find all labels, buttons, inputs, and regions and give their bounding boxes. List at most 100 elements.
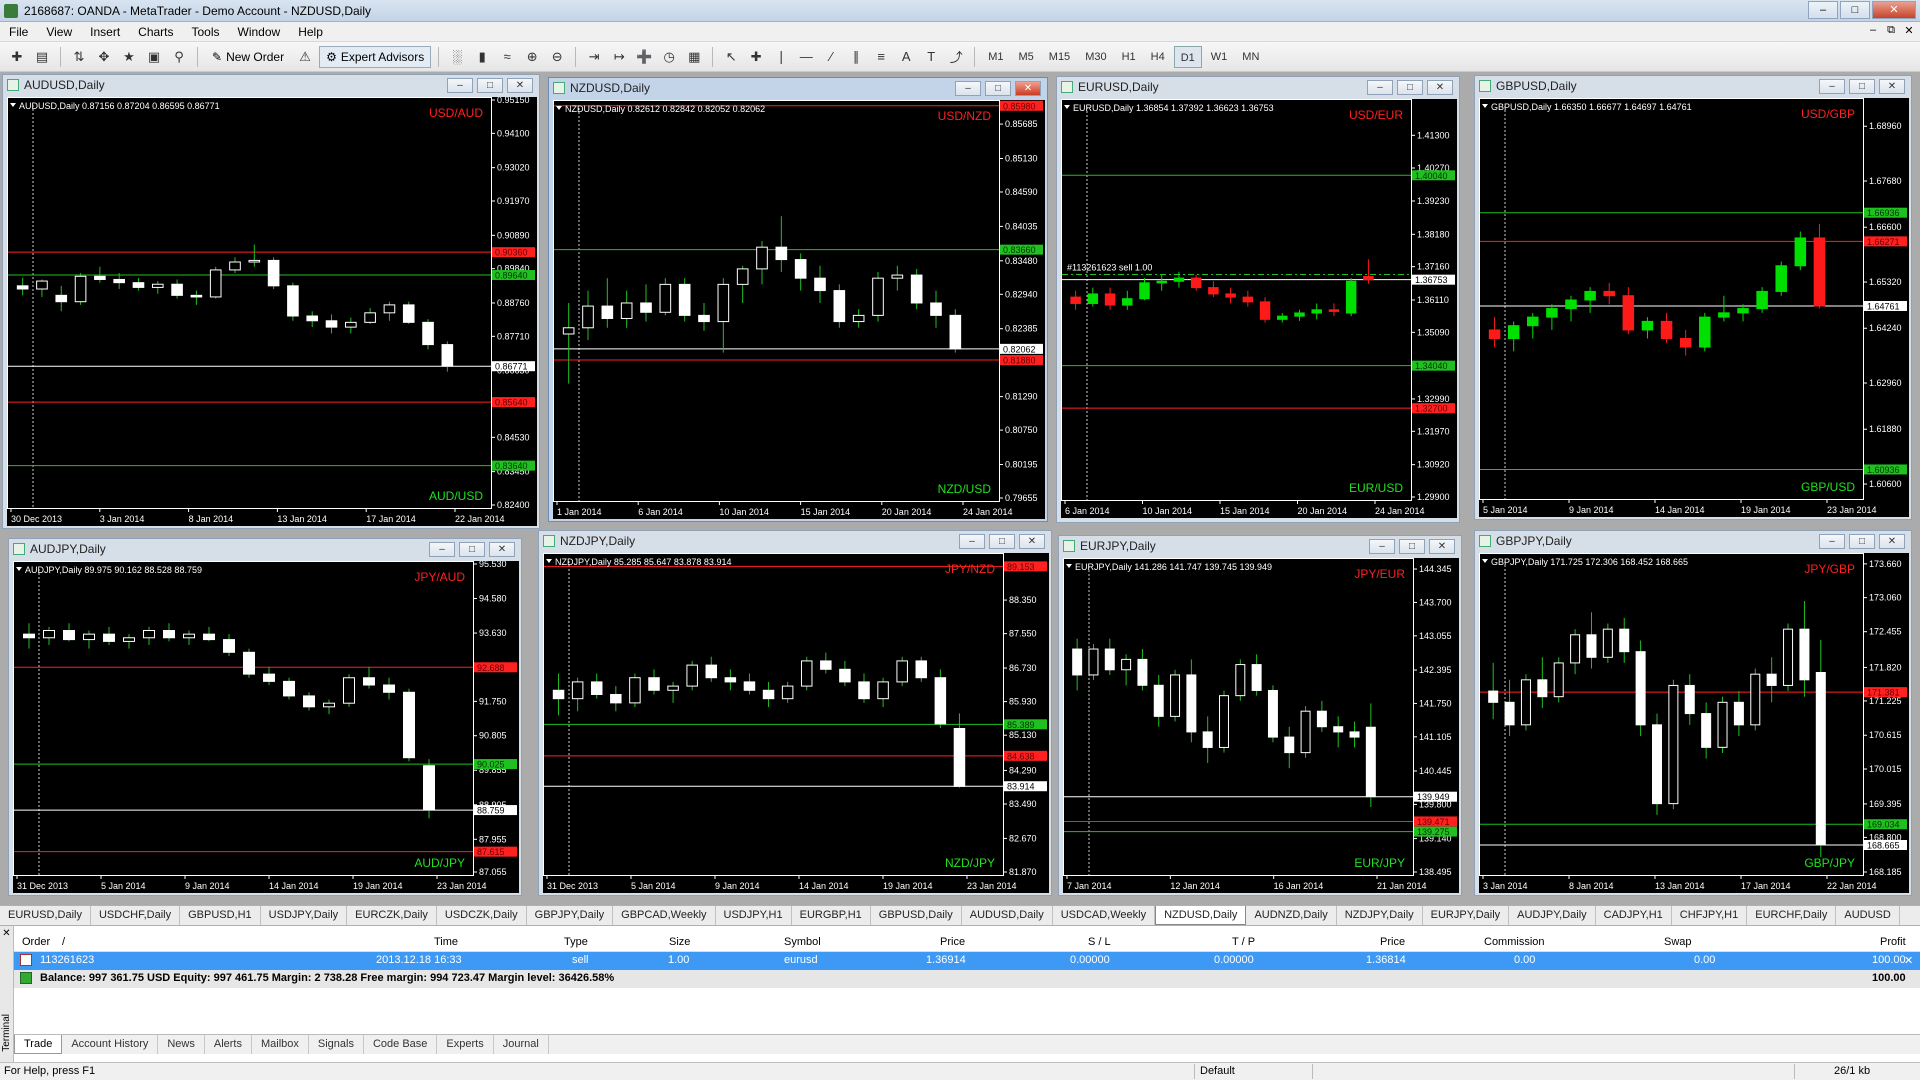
expert-advisors-button[interactable]: ⚙ Expert Advisors [319,45,432,68]
chart-collapse-icon[interactable] [556,106,562,110]
timeframe-m1[interactable]: M1 [982,46,1009,68]
chart-tab[interactable]: EURGBP,H1 [792,906,871,925]
terminal-icon[interactable]: ▣ [143,46,165,68]
chart-minimize-button[interactable]: – [959,534,985,549]
chart-tab[interactable]: CADJPY,H1 [1596,906,1672,925]
col-current-price[interactable]: Price [1380,936,1405,948]
terminal-tab-news[interactable]: News [158,1035,205,1054]
trade-row[interactable]: 113261623 2013.12.18 16:33 sell 1.00 eur… [14,952,1920,970]
text-icon[interactable]: A [895,46,917,68]
chart-close-button[interactable]: ✕ [507,78,533,93]
chart-collapse-icon[interactable] [10,103,16,107]
col-commission[interactable]: Commission [1484,936,1545,948]
chart-plot[interactable]: 173.660 173.060 172.455 171.820 171.225 170.6… [1479,553,1909,893]
chart-tab[interactable]: USDCHF,Daily [91,906,181,925]
mdi-restore-icon[interactable]: ⧉ [1884,24,1898,37]
navigator-icon[interactable]: ★ [118,46,140,68]
bar-chart-icon[interactable]: ░ [446,46,468,68]
col-sl[interactable]: S / L [1088,936,1111,948]
chart-collapse-icon[interactable] [1066,564,1072,568]
close-order-icon[interactable]: ✕ [1904,954,1913,967]
chart-window-eurjpy[interactable]: EURJPY,Daily – □ ✕ 144.345 143.700 143.055 14… [1058,535,1462,896]
chart-window-audusd[interactable]: AUDUSD,Daily – □ ✕ 0.95150 0.94100 0.93020 0.… [2,74,540,529]
chart-window-gbpusd[interactable]: GBPUSD,Daily – □ ✕ 1.68960 1.67680 1.66600 1.… [1474,75,1912,520]
chart-window-eurusd[interactable]: EURUSD,Daily – □ ✕ 1.41300 1.40270 1.39230 1.… [1056,76,1460,523]
terminal-close-icon[interactable]: ✕ [0,928,13,939]
mdi-close-icon[interactable]: ✕ [1902,24,1916,37]
text-label-icon[interactable]: T [920,46,942,68]
chart-close-button[interactable]: ✕ [1427,80,1453,95]
chart-tab[interactable]: NZDJPY,Daily [1337,906,1423,925]
chart-minimize-button[interactable]: – [1819,79,1845,94]
menu-tools[interactable]: Tools [183,25,229,39]
zoom-in-icon[interactable]: ⊕ [521,46,543,68]
profiles-icon[interactable]: ▤ [31,46,53,68]
chart-plot[interactable]: 0.85685 0.85130 0.84590 0.84035 0.83480 0.829… [553,100,1045,519]
chart-minimize-button[interactable]: – [1367,80,1393,95]
chart-tab[interactable]: USDJPY,H1 [716,906,792,925]
chart-tab[interactable]: USDCZK,Daily [437,906,527,925]
timeframe-w1[interactable]: W1 [1205,46,1234,68]
chart-collapse-icon[interactable] [1482,559,1488,563]
timeframe-d1[interactable]: D1 [1173,45,1202,68]
maximize-button[interactable]: □ [1840,1,1870,19]
timeframe-mn[interactable]: MN [1236,46,1265,68]
chart-collapse-icon[interactable] [1482,104,1488,108]
timeframe-m30[interactable]: M30 [1079,46,1112,68]
chart-plot[interactable]: 89.153 88.350 87.550 86.730 85.930 85.130 84.2… [543,553,1049,893]
chart-collapse-icon[interactable] [1064,105,1070,109]
col-symbol[interactable]: Symbol [784,936,821,948]
chart-shift-icon[interactable]: ↦ [608,46,630,68]
timeframe-m5[interactable]: M5 [1013,46,1040,68]
chart-tab[interactable]: USDJPY,Daily [261,906,348,925]
timeframe-h4[interactable]: H4 [1145,46,1171,68]
minimize-button[interactable]: – [1808,1,1838,19]
market-watch-icon[interactable]: ⇅ [68,46,90,68]
col-profit[interactable]: Profit [1880,936,1906,948]
terminal-tab-account-history[interactable]: Account History [62,1035,159,1054]
chart-close-button[interactable]: ✕ [1019,534,1045,549]
chart-tab[interactable]: USDCAD,Weekly [1053,906,1156,925]
terminal-tab-experts[interactable]: Experts [437,1035,494,1054]
chart-tab[interactable]: EURUSD,Daily [0,906,91,925]
terminal-tab-signals[interactable]: Signals [309,1035,364,1054]
menu-view[interactable]: View [37,25,81,39]
timeframe-h1[interactable]: H1 [1116,46,1142,68]
chart-window-nzdusd[interactable]: NZDUSD,Daily – □ ✕ 0.85685 0.85130 0.84590 0.… [548,77,1048,522]
chart-maximize-button[interactable]: □ [1397,80,1423,95]
menu-window[interactable]: Window [229,25,290,39]
cursor-icon[interactable]: ↖ [720,46,742,68]
arrows-icon[interactable]: ⤴ [945,46,967,68]
indicators-icon[interactable]: ➕ [633,46,655,68]
strategy-tester-icon[interactable]: ⚲ [168,46,190,68]
col-time[interactable]: Time [434,936,458,948]
chart-plot[interactable]: 95.53094.58093.63092.70091.75090.80589.8… [13,561,519,893]
chart-tab[interactable]: AUDJPY,Daily [1509,906,1596,925]
candlestick-icon[interactable]: ▮ [471,46,493,68]
equidistant-channel-icon[interactable]: ∥ [845,46,867,68]
menu-file[interactable]: File [0,25,37,39]
chart-window-audjpy[interactable]: AUDJPY,Daily –□✕ 95.53094.58093.63092.70… [8,538,522,896]
chart-tab[interactable]: NZDUSD,Daily [1155,906,1247,925]
crosshair-icon[interactable]: ✚ [745,46,767,68]
chart-close-button[interactable]: ✕ [1429,539,1455,554]
col-swap[interactable]: Swap [1664,936,1692,948]
chart-tab[interactable]: EURCZK,Daily [347,906,437,925]
chart-tab[interactable]: GBPJPY,Daily [527,906,614,925]
chart-tab[interactable]: AUDUSD [1836,906,1900,925]
trendline-icon[interactable]: ∕ [820,46,842,68]
chart-minimize-button[interactable]: – [429,542,455,557]
col-price[interactable]: Price [940,936,965,948]
chart-maximize-button[interactable]: □ [1849,534,1875,549]
new-chart-icon[interactable]: ✚ [6,46,28,68]
data-window-icon[interactable]: ✥ [93,46,115,68]
chart-window-gbpjpy[interactable]: GBPJPY,Daily – □ ✕ 173.660 173.060 172.455 17… [1474,530,1912,896]
col-order[interactable]: Order [22,936,50,948]
terminal-tab-alerts[interactable]: Alerts [205,1035,252,1054]
chart-minimize-button[interactable]: – [447,78,473,93]
terminal-tab-code-base[interactable]: Code Base [364,1035,438,1054]
chart-tab[interactable]: CHFJPY,H1 [1672,906,1748,925]
chart-maximize-button[interactable]: □ [1399,539,1425,554]
chart-minimize-button[interactable]: – [1369,539,1395,554]
close-button[interactable]: ✕ [1872,1,1916,19]
